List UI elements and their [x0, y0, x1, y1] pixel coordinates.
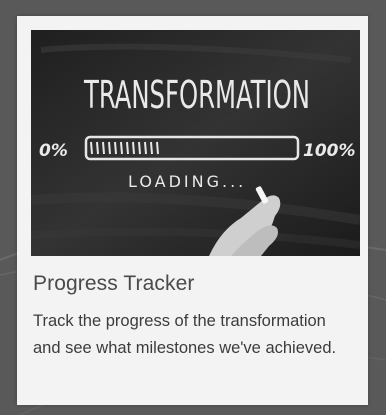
progress-hatch [126, 141, 129, 155]
progress-hatch [102, 141, 105, 155]
progress-hatch [156, 141, 159, 155]
progress-hatch [150, 141, 153, 155]
progress-hatch [90, 141, 93, 155]
progress-min-label: 0% [39, 141, 68, 161]
progress-hatch [108, 141, 111, 155]
card-description: Track the progress of the transformation… [33, 312, 337, 357]
progress-max-label: 100% [303, 141, 356, 161]
progress-hatch [138, 141, 141, 155]
chalkboard-image: TRANSFORMATION 0% 100% LOADING... [31, 30, 360, 256]
progress-hatch [96, 141, 99, 155]
progress-hatch [144, 141, 147, 155]
progress-hatch [114, 141, 117, 155]
image-heading: TRANSFORMATION [83, 73, 310, 117]
progress-hatch [132, 141, 135, 155]
card-title: Progress Tracker [33, 272, 195, 295]
progress-hatch [120, 141, 123, 155]
progress-tracker-card[interactable]: TRANSFORMATION 0% 100% LOADING... Progre… [17, 16, 368, 405]
loading-text: LOADING... [128, 172, 246, 191]
